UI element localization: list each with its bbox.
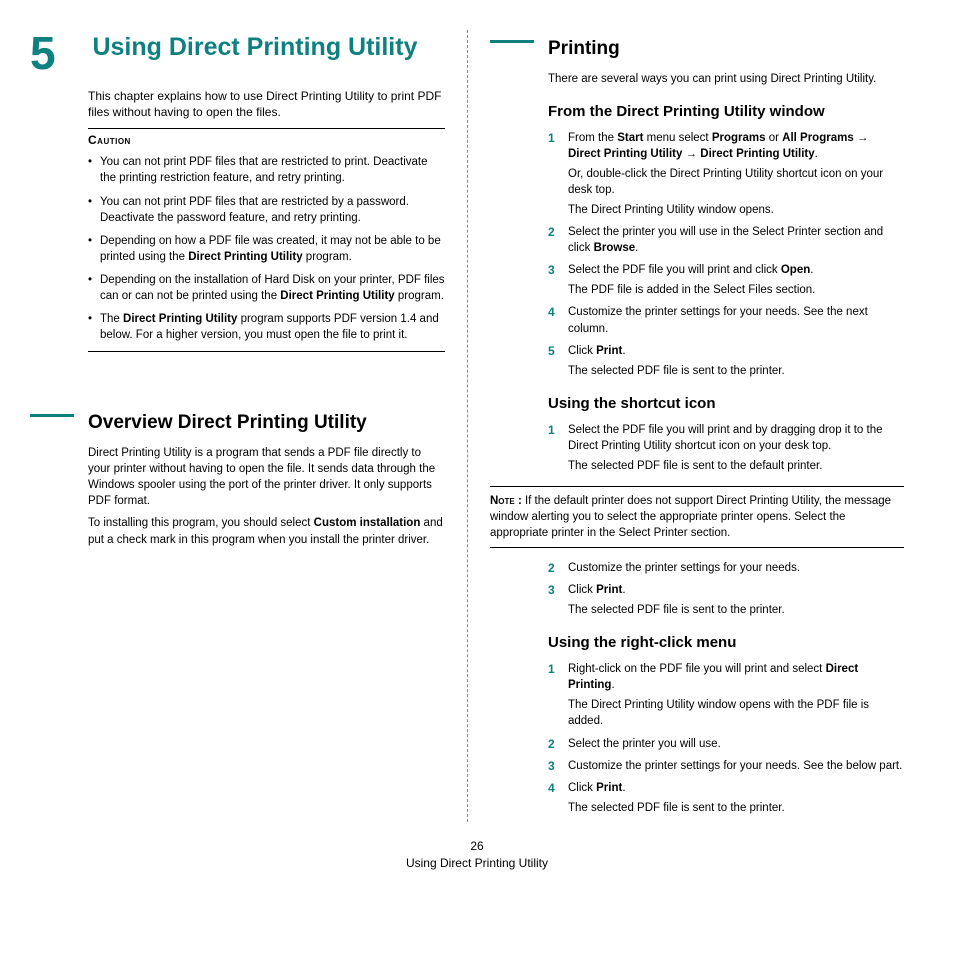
from-window-steps: From the Start menu select Programs or A… [548, 130, 904, 379]
overview-p1: Direct Printing Utility is a program tha… [88, 445, 445, 509]
sub-text: The selected PDF file is sent to the pri… [568, 800, 904, 816]
step: From the Start menu select Programs or A… [548, 130, 904, 218]
step: Click Print. The selected PDF file is se… [548, 780, 904, 816]
caution-item: Depending on the installation of Hard Di… [88, 272, 445, 304]
step: Select the PDF file you will print and b… [548, 422, 904, 474]
overview-heading-block: Overview Direct Printing Utility [30, 412, 445, 435]
from-window-heading: From the Direct Printing Utility window [548, 103, 904, 122]
sub-text: The Direct Printing Utility window opens… [568, 202, 904, 218]
arrow-icon: → [857, 132, 869, 144]
step: Select the printer you will use. [548, 736, 904, 752]
chapter-header: 5 Using Direct Printing Utility [30, 30, 445, 76]
sub-text: The selected PDF file is sent to the pri… [568, 363, 904, 379]
note-label: Note : [490, 495, 522, 507]
caution-item: Depending on how a PDF file was created,… [88, 233, 445, 265]
page-number: 26 [0, 838, 954, 855]
printing-intro: There are several ways you can print usi… [548, 71, 904, 87]
rule-bottom [88, 351, 445, 352]
sub-text: The selected PDF file is sent to the pri… [568, 602, 904, 618]
step: Right-click on the PDF file you will pri… [548, 661, 904, 729]
caution-item: You can not print PDF files that are res… [88, 194, 445, 226]
step: Select the PDF file you will print and c… [548, 262, 904, 298]
printing-heading: Printing [548, 38, 620, 61]
caution-item: You can not print PDF files that are res… [88, 154, 445, 186]
left-content: This chapter explains how to use Direct … [88, 88, 445, 352]
step: Select the printer you will use in the S… [548, 224, 904, 256]
right-content: There are several ways you can print usi… [548, 71, 904, 816]
overview-heading: Overview Direct Printing Utility [88, 412, 367, 435]
overview-content: Direct Printing Utility is a program tha… [88, 445, 445, 548]
page: 5 Using Direct Printing Utility This cha… [0, 0, 954, 832]
page-footer: 26 Using Direct Printing Utility [0, 838, 954, 872]
right-column: Printing There are several ways you can … [467, 30, 904, 822]
note-content: Note : If the default printer does not s… [490, 493, 904, 541]
step: Click Print. The selected PDF file is se… [548, 582, 904, 618]
caution-label: Caution [88, 133, 445, 147]
arrow-icon: → [686, 148, 701, 160]
sub-text: Or, double-click the Direct Printing Uti… [568, 166, 904, 198]
caution-item: The Direct Printing Utility program supp… [88, 311, 445, 343]
step: Customize the printer settings for your … [548, 758, 904, 774]
teal-accent-bar [490, 40, 534, 43]
shortcut-heading: Using the shortcut icon [548, 395, 904, 414]
step: Customize the printer settings for your … [548, 560, 904, 576]
shortcut-steps-1: Select the PDF file you will print and b… [548, 422, 904, 474]
chapter-title: Using Direct Printing Utility [92, 32, 422, 62]
note-box: Note : If the default printer does not s… [490, 486, 904, 548]
step: Customize the printer settings for your … [548, 304, 904, 336]
shortcut-steps-2: Customize the printer settings for your … [548, 560, 904, 618]
sub-text: The selected PDF file is sent to the def… [568, 458, 904, 474]
rightclick-heading: Using the right-click menu [548, 634, 904, 653]
sub-text: The PDF file is added in the Select File… [568, 282, 904, 298]
rightclick-steps: Right-click on the PDF file you will pri… [548, 661, 904, 816]
intro-paragraph: This chapter explains how to use Direct … [88, 88, 445, 120]
left-column: 5 Using Direct Printing Utility This cha… [30, 30, 467, 822]
sub-text: The Direct Printing Utility window opens… [568, 697, 904, 729]
caution-list: You can not print PDF files that are res… [88, 154, 445, 343]
chapter-number: 5 [30, 30, 88, 76]
step: Click Print. The selected PDF file is se… [548, 343, 904, 379]
printing-heading-block: Printing [490, 38, 904, 61]
teal-accent-bar [30, 414, 74, 417]
rule-top [88, 128, 445, 129]
footer-title: Using Direct Printing Utility [0, 855, 954, 872]
overview-p2: To installing this program, you should s… [88, 515, 445, 547]
